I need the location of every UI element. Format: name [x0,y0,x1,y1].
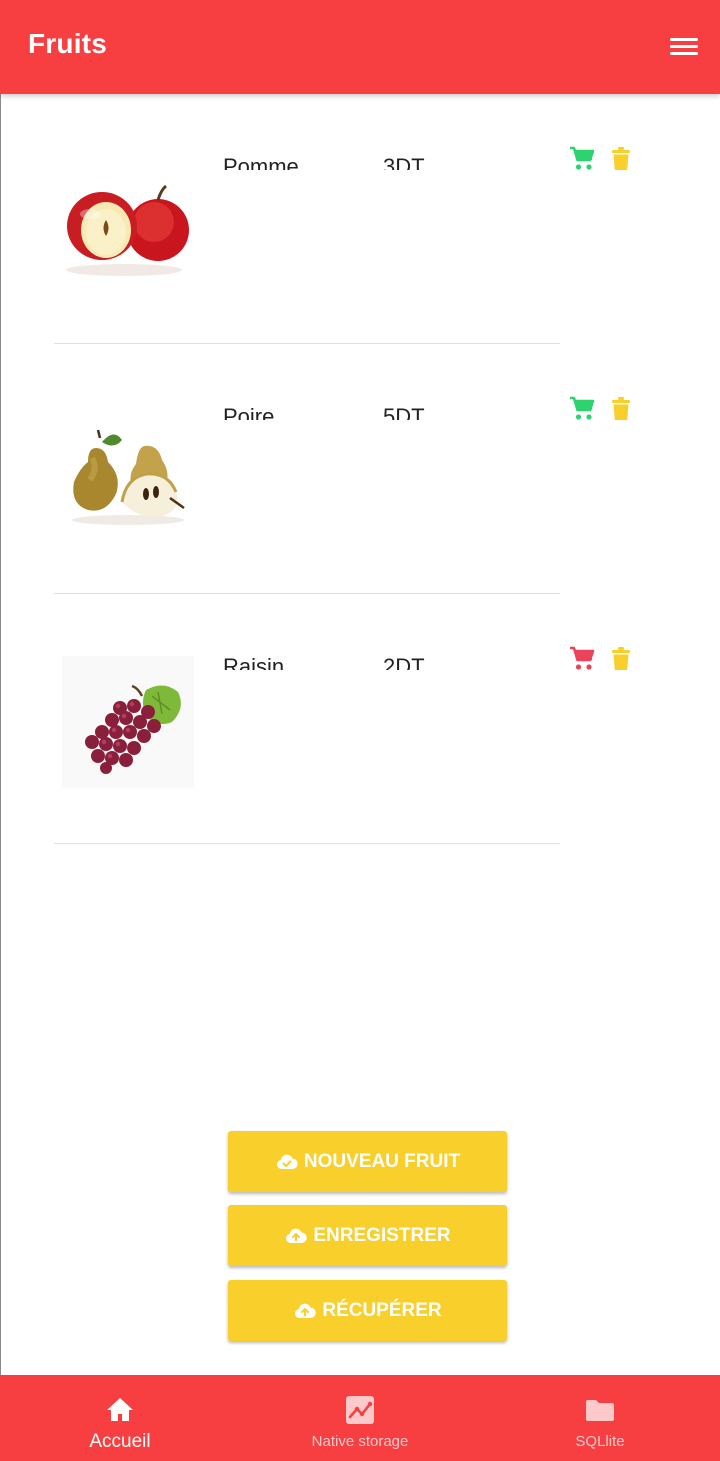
tab-label: SQLlite [575,1433,625,1450]
tab-native-storage[interactable]: Native storage [240,1375,480,1461]
page-title: Fruits [28,28,107,59]
new-fruit-label: NOUVEAU FRUIT [303,1150,461,1172]
fruit-list-item: Poire 5DT [0,344,720,594]
new-fruit-button[interactable]: NOUVEAU FRUIT [228,1131,507,1192]
cloud-done-icon [275,1150,299,1174]
cloud-upload-icon [284,1224,308,1248]
fruit-name: Raisin [223,656,285,670]
fruit-price: 3DT [383,156,425,170]
apple-image [62,156,194,288]
analytics-icon [343,1393,377,1427]
cloud-upload-icon [293,1299,317,1323]
tab-accueil[interactable]: Accueil [0,1375,240,1461]
fruit-name: Pomme [223,156,299,170]
fruit-list-item: Raisin 2DT [0,594,720,844]
save-button[interactable]: ENREGISTRER [228,1205,507,1266]
trash-icon[interactable] [607,395,635,423]
menu-icon[interactable] [664,30,704,64]
fruit-price: 5DT [383,406,425,420]
pear-image [62,406,194,538]
trash-icon[interactable] [607,145,635,173]
home-icon [103,1393,137,1427]
folder-icon [583,1393,617,1427]
cart-icon[interactable] [568,645,596,673]
retrieve-label: RÉCUPÉRER [322,1299,442,1321]
fruit-name: Poire [223,406,275,420]
tab-label: Native storage [311,1433,409,1450]
trash-icon[interactable] [607,645,635,673]
save-label: ENREGISTRER [313,1224,451,1246]
retrieve-button[interactable]: RÉCUPÉRER [228,1280,507,1341]
fruit-list-item: Pomme 3DT [0,94,720,344]
bottom-tab-bar: Accueil Native storage SQLlite [0,1375,720,1461]
tab-label: Accueil [89,1431,151,1452]
fruit-price: 2DT [383,656,425,670]
list-divider [54,843,560,844]
tab-sqllite[interactable]: SQLlite [480,1375,720,1461]
top-toolbar: Fruits [0,0,720,94]
grapes-image [62,656,194,788]
cart-icon[interactable] [568,145,596,173]
cart-icon[interactable] [568,395,596,423]
